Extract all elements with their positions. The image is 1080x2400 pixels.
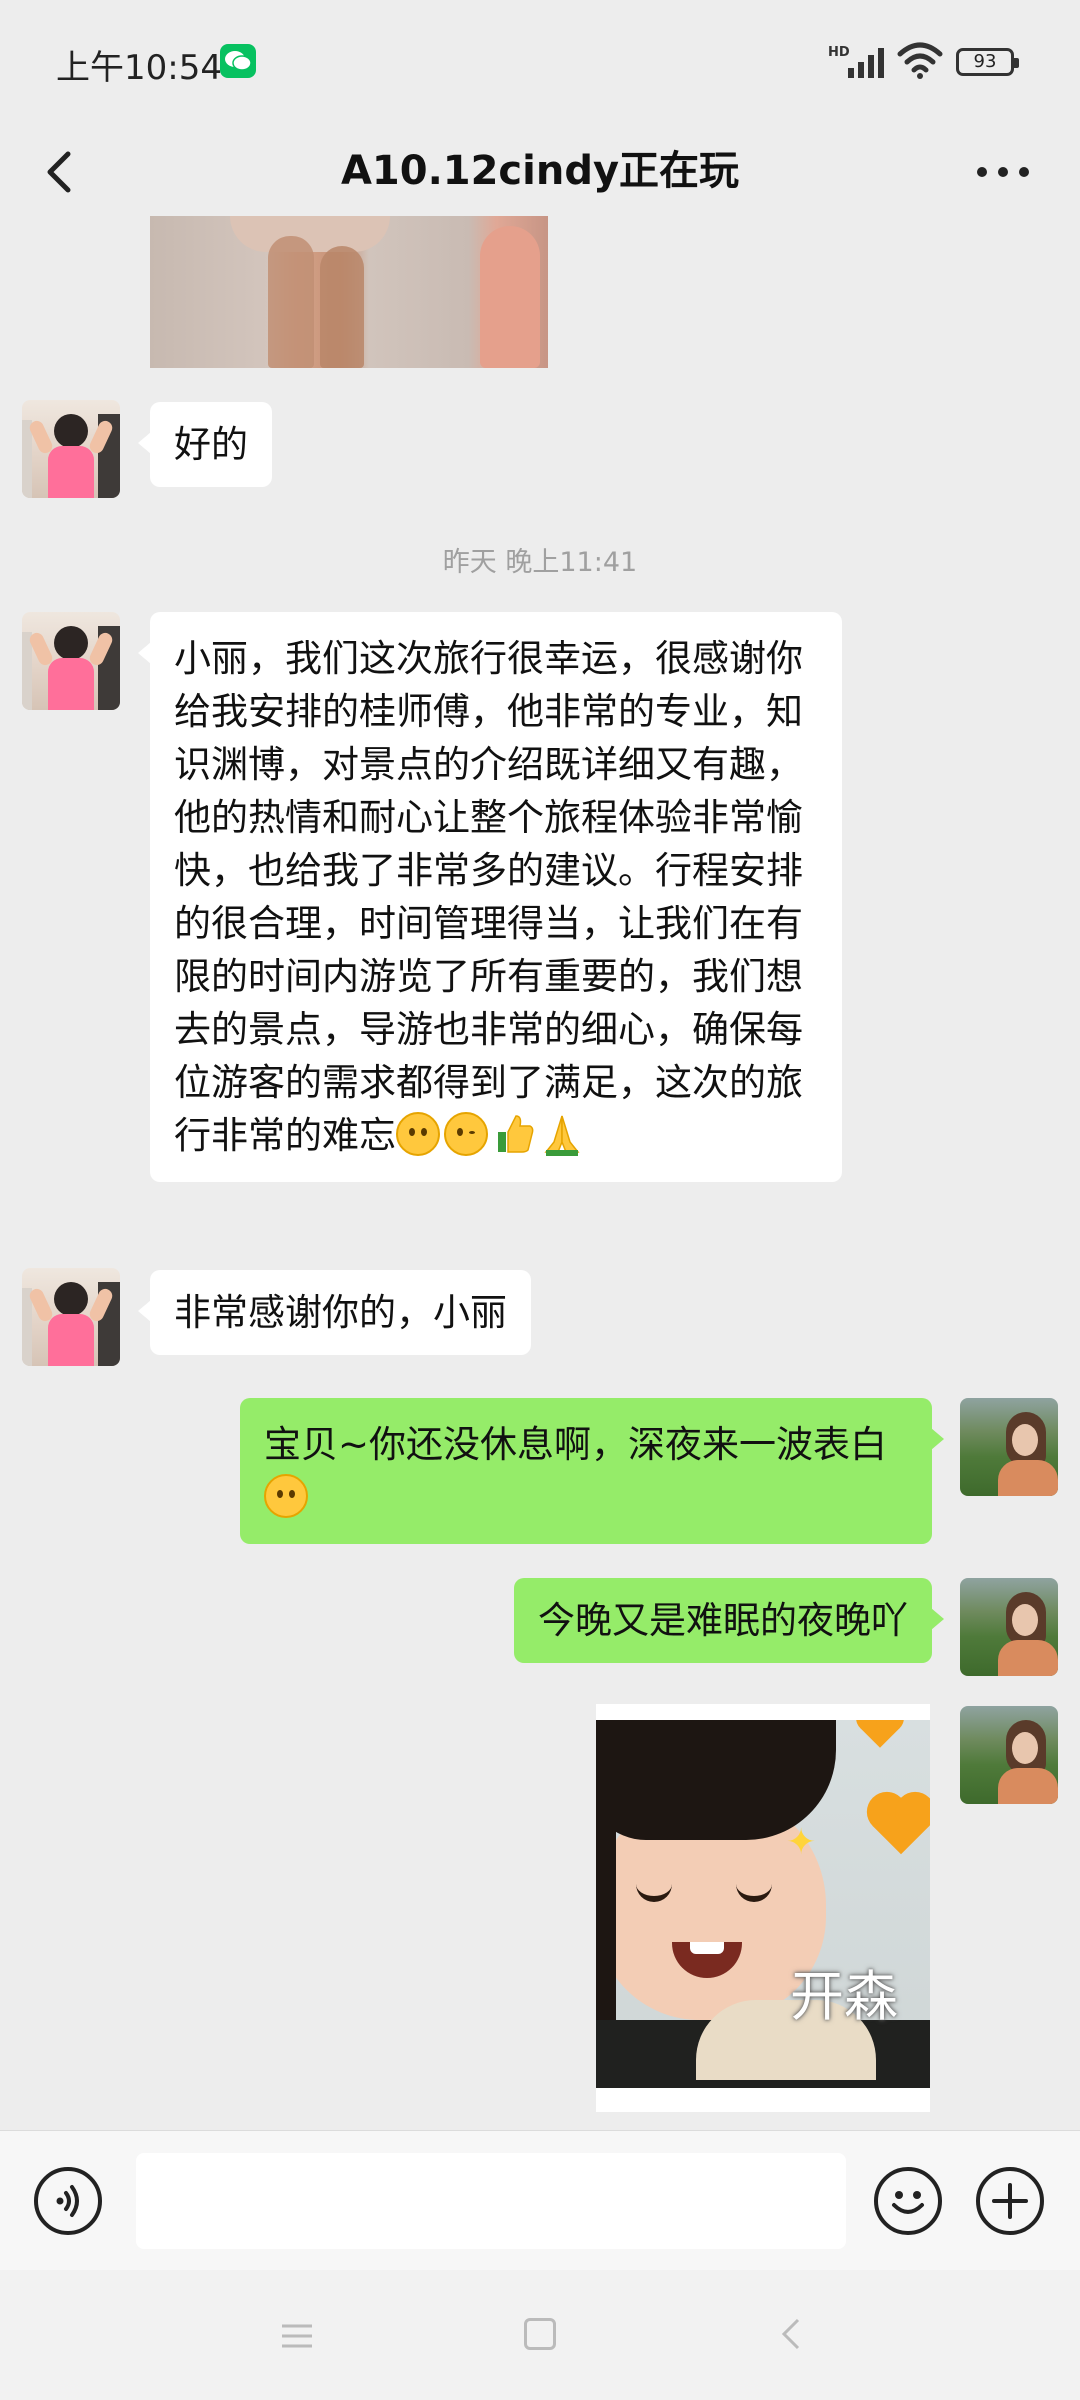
sparkle-icon: ✦: [786, 1822, 817, 1863]
message-text: 非常感谢你的，小丽: [174, 1291, 507, 1334]
voice-icon: [56, 2185, 79, 2217]
friend-avatar[interactable]: [22, 1268, 120, 1366]
message-text: 好的: [174, 423, 248, 466]
message-text: 今晚又是难眠的夜晚吖: [538, 1599, 908, 1642]
pray-emoji-icon: [540, 1112, 584, 1156]
chat-header: A10.12cindy正在玩: [0, 126, 1080, 216]
message-input-bar: [0, 2130, 1080, 2271]
my-avatar[interactable]: [960, 1578, 1058, 1676]
wifi-icon: [896, 40, 944, 84]
system-navigation-bar: [0, 2270, 1080, 2400]
more-functions-button[interactable]: [976, 2167, 1044, 2235]
status-time: 上午10:54: [56, 48, 222, 88]
voice-input-button[interactable]: [34, 2167, 102, 2235]
wink-emoji-icon: [444, 1112, 488, 1156]
system-back-icon[interactable]: [776, 2316, 806, 2352]
message-bubble[interactable]: 好的: [138, 402, 272, 487]
wechat-notification-icon: [220, 44, 256, 78]
signal-icon: HD: [828, 42, 894, 86]
chat-message-list[interactable]: 好的 昨天 晚上11:41 小丽，我们这次旅行很幸运，很感谢你给我安排的桂师傅，…: [0, 216, 1080, 2130]
message-bubble[interactable]: 今晚又是难眠的夜晚吖: [514, 1578, 944, 1663]
sticker-message[interactable]: ✦ 开森: [596, 1704, 930, 2112]
friend-avatar[interactable]: [22, 612, 120, 710]
message-text: 宝贝~你还没休息啊，深夜来一波表白: [264, 1423, 888, 1466]
smiley-icon: [892, 2191, 924, 2214]
message-bubble[interactable]: 小丽，我们这次旅行很幸运，很感谢你给我安排的桂师傅，他非常的专业，知识渊博，对景…: [138, 612, 842, 1182]
message-bubble[interactable]: 宝贝~你还没休息啊，深夜来一波表白: [240, 1398, 944, 1544]
heart-icon: [872, 1797, 930, 1855]
more-options-icon[interactable]: [974, 154, 1032, 190]
status-bar: 上午10:54 HD 93: [0, 0, 1080, 126]
message-input[interactable]: [136, 2153, 846, 2249]
message-bubble[interactable]: 非常感谢你的，小丽: [138, 1270, 531, 1355]
message-text: 小丽，我们这次旅行很幸运，很感谢你给我安排的桂师傅，他非常的专业，知识渊博，对景…: [174, 637, 803, 1157]
chat-title: A10.12cindy正在玩: [340, 148, 740, 194]
message-timestamp: 昨天 晚上11:41: [442, 547, 638, 578]
battery-icon: 93: [956, 48, 1019, 76]
friend-avatar[interactable]: [22, 400, 120, 498]
my-avatar[interactable]: [960, 1706, 1058, 1804]
image-message[interactable]: [150, 216, 548, 368]
heart-icon: [860, 1720, 900, 1748]
grin-emoji-icon: [396, 1112, 440, 1156]
network-type-label: HD: [828, 45, 850, 60]
thumbs-up-emoji-icon: [492, 1112, 536, 1156]
recent-apps-icon[interactable]: [280, 2322, 314, 2350]
home-icon[interactable]: [524, 2318, 556, 2350]
emoji-button[interactable]: [874, 2167, 942, 2235]
sticker-caption: 开森: [790, 1965, 898, 2028]
smile-emoji-icon: [264, 1474, 308, 1518]
my-avatar[interactable]: [960, 1398, 1058, 1496]
plus-icon: [992, 2183, 1028, 2219]
